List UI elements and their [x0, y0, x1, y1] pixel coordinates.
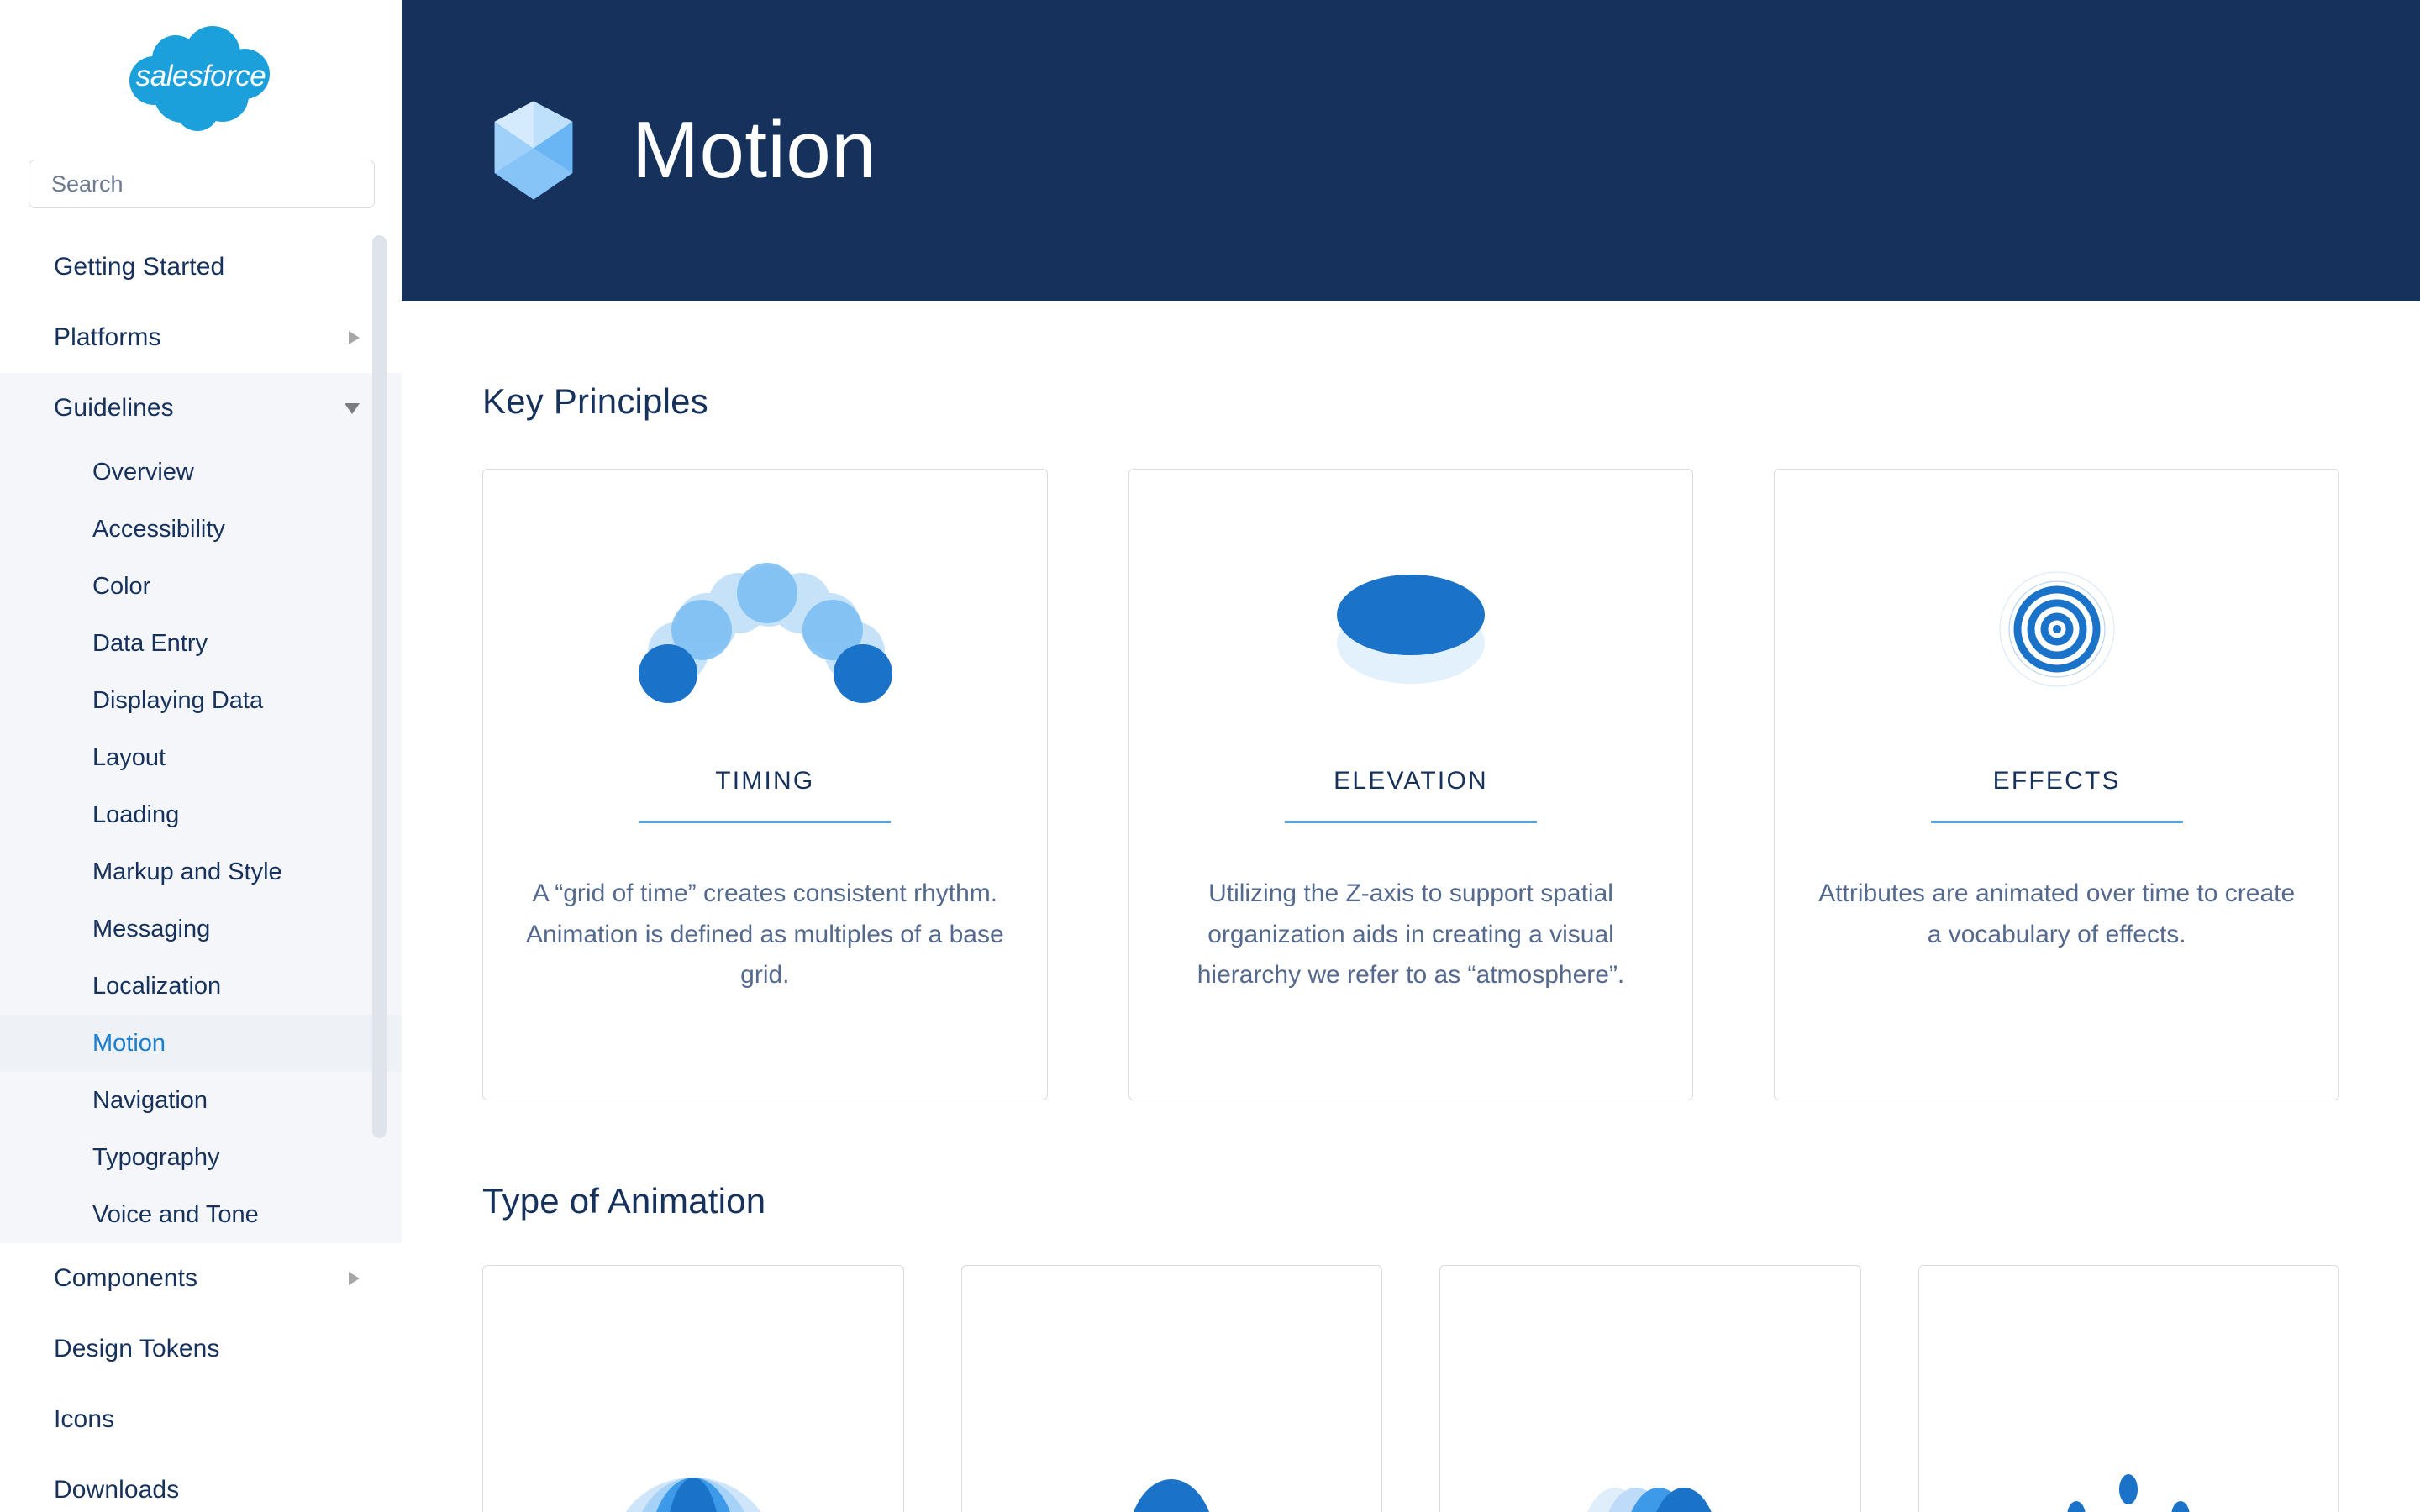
stacked-ellipse-illustration: [1171, 503, 1651, 755]
card-title: TIMING: [715, 767, 815, 795]
svg-text:salesforce: salesforce: [136, 60, 266, 92]
sidebar-subitem-label: Navigation: [92, 1086, 208, 1114]
main-content: Motion Key Principles TIMING A “grid of …: [402, 0, 2420, 1512]
sidebar-subitem-label: Loading: [92, 801, 180, 828]
card-divider: [639, 821, 892, 823]
sidebar-subitem-label: Motion: [92, 1029, 166, 1057]
sidebar-item-platforms[interactable]: Platforms: [0, 302, 402, 373]
horizontal-scale-circles-illustration: [625, 1478, 761, 1512]
sidebar-item-label: Downloads: [54, 1476, 180, 1504]
sidebar-subitem-label: Typography: [92, 1143, 220, 1171]
sidebar-item-layout[interactable]: Layout: [0, 729, 402, 786]
sidebar-subitem-label: Layout: [92, 743, 166, 771]
sidebar-item-label: Design Tokens: [54, 1335, 220, 1362]
sidebar-item-markup-and-style[interactable]: Markup and Style: [0, 843, 402, 900]
key-principles-row: TIMING A “grid of time” creates consiste…: [482, 469, 2340, 1100]
sidebar-item-label: Platforms: [54, 323, 161, 351]
salesforce-logo[interactable]: salesforce: [0, 0, 402, 160]
type-of-animation-row: [482, 1265, 2339, 1512]
spinner-dots-illustration: [2067, 1474, 2190, 1512]
card-title: EFFECTS: [1992, 767, 2121, 795]
animation-card-spinner: [1918, 1265, 2339, 1512]
sidebar-item-guidelines[interactable]: Guidelines: [0, 373, 402, 444]
card-divider: [1285, 821, 1537, 823]
card-description: A “grid of time” creates consistent rhyt…: [526, 879, 1004, 990]
card-title: ELEVATION: [1334, 767, 1488, 795]
search-container: [0, 160, 402, 208]
principle-card-timing: TIMING A “grid of time” creates consiste…: [482, 469, 1048, 1100]
nav-group-downloads: Downloads: [0, 1455, 402, 1512]
fade-dots-illustration: [1134, 1479, 1210, 1512]
nav-group-getting-started: Getting Started: [0, 232, 402, 302]
sidebar-scrollbar[interactable]: [372, 235, 387, 1512]
sidebar: salesforce Getting Started Platforms Gui: [0, 0, 402, 1512]
animation-card-slide: [1439, 1265, 1861, 1512]
sidebar-item-motion[interactable]: Motion: [0, 1015, 402, 1072]
salesforce-cloud-logo-icon: salesforce: [129, 26, 270, 131]
sidebar-item-downloads[interactable]: Downloads: [0, 1455, 402, 1512]
page-root: salesforce Getting Started Platforms Gui: [0, 0, 2420, 1512]
nav-group-components: Components: [0, 1243, 402, 1314]
sidebar-item-design-tokens[interactable]: Design Tokens: [0, 1314, 402, 1384]
sidebar-item-localization[interactable]: Localization: [0, 958, 402, 1015]
sidebar-subitem-label: Overview: [92, 458, 194, 486]
sidebar-item-typography[interactable]: Typography: [0, 1129, 402, 1186]
principle-card-elevation: ELEVATION Utilizing the Z-axis to suppor…: [1128, 469, 1694, 1100]
sidebar-item-displaying-data[interactable]: Displaying Data: [0, 672, 402, 729]
sidebar-subitem-label: Messaging: [92, 915, 211, 942]
sidebar-item-accessibility[interactable]: Accessibility: [0, 501, 402, 558]
animation-card-fade: [960, 1265, 1382, 1512]
gem-polyhedron-icon: [494, 101, 573, 200]
card-description: Utilizing the Z-axis to support spatial …: [1197, 879, 1625, 990]
concentric-rings-illustration: [1817, 503, 2296, 755]
arc-of-circles-illustration: [525, 503, 1005, 755]
sidebar-subitem-label: Voice and Tone: [92, 1200, 259, 1228]
sidebar-subitem-label: Color: [92, 572, 151, 600]
sidebar-item-navigation[interactable]: Navigation: [0, 1072, 402, 1129]
sidebar-item-label: Components: [54, 1264, 198, 1292]
section-heading-key-principles: Key Principles: [482, 381, 708, 421]
slide-stack-illustration: [1587, 1488, 1712, 1512]
chevron-right-icon: [349, 1272, 360, 1285]
sidebar-item-overview[interactable]: Overview: [0, 444, 402, 501]
sidebar-scrollbar-thumb[interactable]: [372, 235, 387, 1138]
sidebar-item-messaging[interactable]: Messaging: [0, 900, 402, 958]
sidebar-item-data-entry[interactable]: Data Entry: [0, 615, 402, 672]
sidebar-subitem-label: Localization: [92, 972, 222, 1000]
nav-group-guidelines: Guidelines Overview Accessibility Color …: [0, 373, 402, 1243]
section-heading-type-of-animation: Type of Animation: [482, 1181, 766, 1221]
sidebar-item-label: Icons: [54, 1405, 115, 1433]
chevron-right-icon: [349, 331, 360, 344]
sidebar-item-icons[interactable]: Icons: [0, 1384, 402, 1455]
nav-group-platforms: Platforms: [0, 302, 402, 373]
page-header: Motion: [402, 0, 2420, 301]
sidebar-item-loading[interactable]: Loading: [0, 786, 402, 843]
content-body: Key Principles TIMING A “grid of time” c…: [402, 381, 2420, 1512]
sidebar-item-label: Guidelines: [54, 394, 174, 422]
sidebar-item-getting-started[interactable]: Getting Started: [0, 232, 402, 302]
principle-card-effects: EFFECTS Attributes are animated over tim…: [1774, 469, 2340, 1100]
chevron-down-icon: [345, 402, 360, 414]
sidebar-item-color[interactable]: Color: [0, 558, 402, 615]
nav-group-icons: Icons: [0, 1384, 402, 1455]
animation-card-scale: [482, 1265, 904, 1512]
sidebar-item-label: Getting Started: [54, 253, 225, 281]
card-divider: [1930, 821, 2183, 823]
page-title: Motion: [632, 105, 877, 195]
sidebar-item-components[interactable]: Components: [0, 1243, 402, 1314]
sidebar-subitem-label: Accessibility: [92, 515, 225, 543]
sidebar-subitem-label: Markup and Style: [92, 858, 282, 885]
sidebar-subitem-label: Displaying Data: [92, 686, 264, 714]
sidebar-nav: Getting Started Platforms Guidelines Ove…: [0, 232, 402, 1512]
card-description: Attributes are animated over time to cre…: [1818, 879, 2296, 948]
sidebar-item-voice-and-tone[interactable]: Voice and Tone: [0, 1186, 402, 1243]
nav-group-design-tokens: Design Tokens: [0, 1314, 402, 1384]
sidebar-subitem-label: Data Entry: [92, 629, 208, 657]
search-input[interactable]: [29, 160, 375, 208]
